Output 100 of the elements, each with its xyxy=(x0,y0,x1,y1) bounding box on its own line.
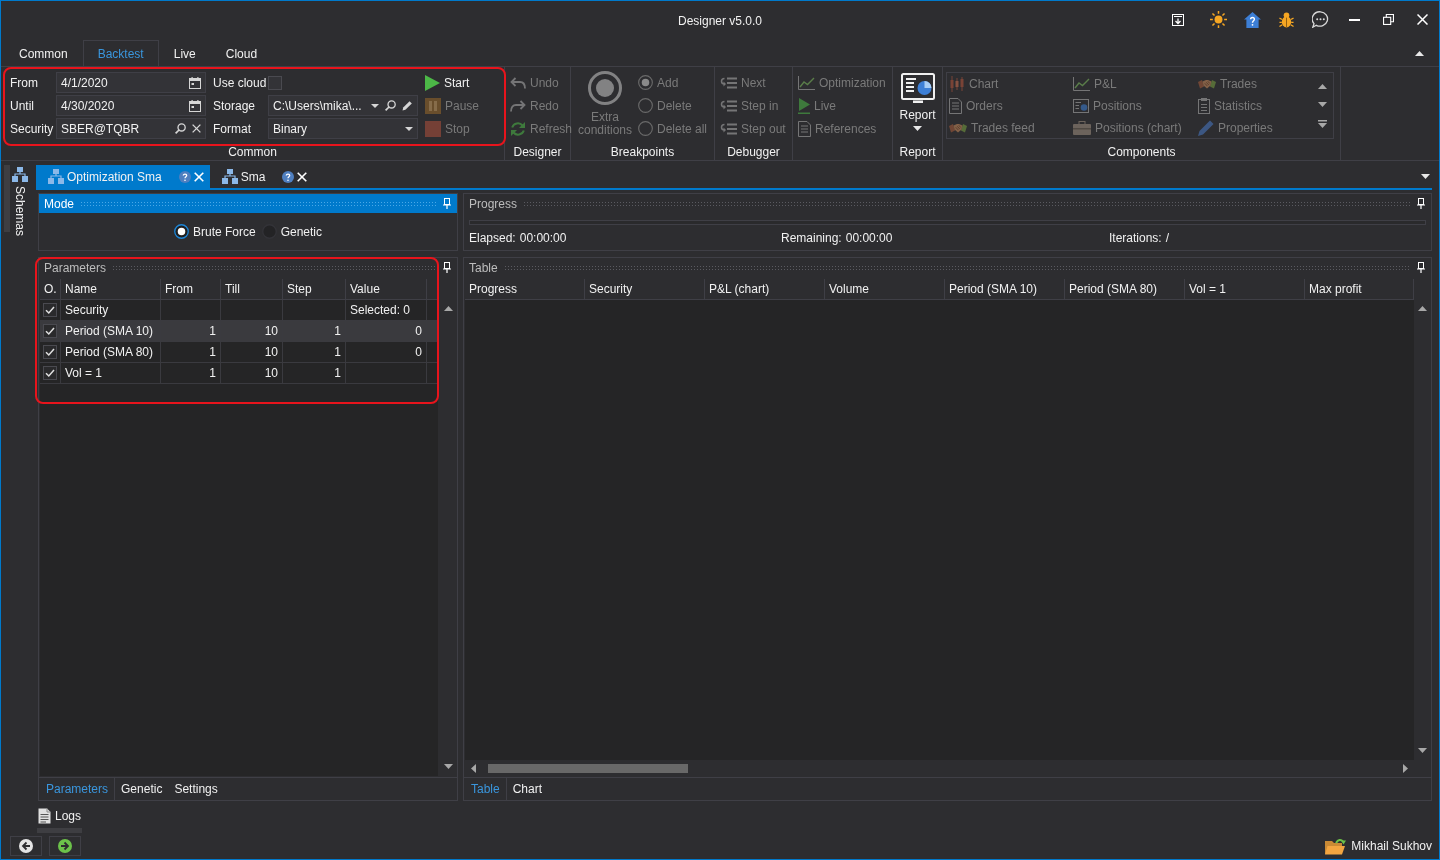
column-header[interactable]: Period (SMA 10) xyxy=(945,279,1065,300)
column-header[interactable]: Value xyxy=(346,279,427,300)
column-header[interactable]: Security xyxy=(585,279,705,300)
radio-option[interactable]: Genetic xyxy=(261,224,323,239)
document-tab[interactable]: Sma xyxy=(209,165,314,188)
search-icon[interactable] xyxy=(175,123,186,134)
calendar-icon[interactable] xyxy=(189,99,201,112)
scroll-down-icon[interactable] xyxy=(1317,101,1327,107)
panel-title: Progress xyxy=(469,196,518,211)
stat-value: / xyxy=(1165,231,1170,245)
chat-icon[interactable] xyxy=(1311,11,1329,28)
table-row[interactable]: Vol = 1 1 10 1 xyxy=(40,363,438,384)
radio-option[interactable]: Brute Force xyxy=(173,224,256,239)
ribbon-tab[interactable]: Cloud xyxy=(210,40,273,66)
expand-icon[interactable] xyxy=(1317,119,1327,128)
window-pie-icon xyxy=(1073,99,1089,113)
calendar-icon[interactable] xyxy=(189,76,201,89)
panel-tab[interactable]: Parameters xyxy=(39,778,116,800)
table-cell: 1 xyxy=(161,363,221,384)
caret-down-icon[interactable] xyxy=(405,126,413,131)
search-icon[interactable] xyxy=(385,100,396,111)
panel-title: Table xyxy=(469,260,498,275)
column-header[interactable]: Progress xyxy=(465,279,585,300)
bug-icon[interactable] xyxy=(1278,11,1294,28)
scroll-up-icon[interactable] xyxy=(444,306,453,311)
house-help-icon[interactable] xyxy=(1243,11,1261,28)
handshake-icon xyxy=(1198,77,1216,91)
checkbox[interactable] xyxy=(268,75,282,90)
checkbox[interactable] xyxy=(43,345,57,359)
refresh-icon xyxy=(510,120,526,137)
hierarchy-icon xyxy=(221,169,238,184)
ribbon-tab[interactable]: Backtest xyxy=(82,40,159,66)
table-row[interactable]: Period (SMA 10) 1 10 1 0 xyxy=(40,321,438,342)
table-cell: Vol = 1 xyxy=(61,363,161,384)
pin-icon[interactable] xyxy=(443,262,451,273)
collapse-ribbon-icon[interactable] xyxy=(1415,50,1424,56)
logs-button[interactable]: Logs xyxy=(37,806,83,833)
line-chart-icon xyxy=(798,75,815,90)
column-header[interactable]: Volume xyxy=(825,279,945,300)
field-label: Storage xyxy=(213,98,257,113)
table-cell: 1 xyxy=(283,342,346,363)
folder-icon[interactable] xyxy=(1325,837,1347,855)
column-header[interactable]: From xyxy=(161,279,221,300)
panel-tab[interactable]: Genetic xyxy=(115,778,169,800)
caret-down-icon[interactable] xyxy=(371,103,379,108)
panel-tab[interactable]: Table xyxy=(464,778,507,800)
column-header[interactable]: Till xyxy=(221,279,283,300)
scroll-up-icon[interactable] xyxy=(1418,306,1427,311)
ribbon-button[interactable]: Start xyxy=(425,71,480,94)
column-header[interactable]: P&L (chart) xyxy=(705,279,825,300)
help-icon[interactable] xyxy=(282,170,295,183)
date-field[interactable]: 4/30/2020 xyxy=(56,95,206,116)
storage-dropdown[interactable]: C:\Users\mika\... xyxy=(268,95,418,116)
sun-icon[interactable] xyxy=(1209,11,1227,28)
table-cell: 10 xyxy=(221,342,283,363)
close-icon[interactable] xyxy=(297,171,308,182)
caret-down-icon[interactable] xyxy=(1421,174,1430,179)
pencil-icon[interactable] xyxy=(402,100,413,111)
close-icon[interactable] xyxy=(1416,14,1428,25)
panel-tab[interactable]: Settings xyxy=(168,778,224,800)
checkbox[interactable] xyxy=(43,303,57,317)
scroll-up-icon[interactable] xyxy=(1317,83,1327,89)
checkbox[interactable] xyxy=(43,366,57,380)
caret-down-icon xyxy=(913,126,922,131)
column-header[interactable]: Vol = 1 xyxy=(1185,279,1305,300)
pin-icon[interactable] xyxy=(1417,198,1425,209)
group-label: Breakpoints xyxy=(609,144,676,160)
report-chart-icon xyxy=(900,73,935,103)
field-label: Security xyxy=(10,121,55,136)
group-label: Components xyxy=(1106,144,1177,160)
table-cell: 1 xyxy=(161,342,221,363)
column-header[interactable]: Max profit xyxy=(1305,279,1414,300)
checkbox[interactable] xyxy=(43,324,57,338)
panel-tab[interactable]: Chart xyxy=(506,778,549,800)
column-header[interactable]: Name xyxy=(61,279,161,300)
scrollbar-thumb[interactable] xyxy=(488,763,688,773)
column-header[interactable]: Step xyxy=(283,279,346,300)
security-field[interactable]: SBER@TQBR xyxy=(56,118,206,139)
table-row[interactable]: Period (SMA 80) 1 10 1 0 xyxy=(40,342,438,363)
forward-button[interactable] xyxy=(49,836,81,856)
restore-icon[interactable] xyxy=(1382,14,1394,25)
scroll-down-icon[interactable] xyxy=(444,764,453,769)
column-header[interactable]: Period (SMA 80) xyxy=(1065,279,1185,300)
handshake-icon xyxy=(949,121,967,135)
minimize-icon[interactable] xyxy=(1348,18,1360,21)
ribbon-tab[interactable]: Live xyxy=(158,40,211,66)
date-field[interactable]: 4/1/2020 xyxy=(56,72,206,93)
pin-icon[interactable] xyxy=(1417,262,1425,273)
table-cell: 1 xyxy=(283,321,346,342)
scroll-left-icon[interactable] xyxy=(471,763,476,773)
scroll-right-icon[interactable] xyxy=(1403,763,1408,773)
report-button[interactable]: Report xyxy=(894,71,941,141)
back-button[interactable] xyxy=(10,836,42,856)
scroll-down-icon[interactable] xyxy=(1418,748,1427,753)
column-header[interactable]: O. xyxy=(40,279,61,300)
radio-button[interactable] xyxy=(173,224,189,239)
right-arrow-icon xyxy=(58,839,72,853)
cross-icon[interactable] xyxy=(192,124,201,133)
format-dropdown[interactable]: Binary xyxy=(268,118,418,139)
ribbon-tab[interactable]: Common xyxy=(4,40,83,66)
